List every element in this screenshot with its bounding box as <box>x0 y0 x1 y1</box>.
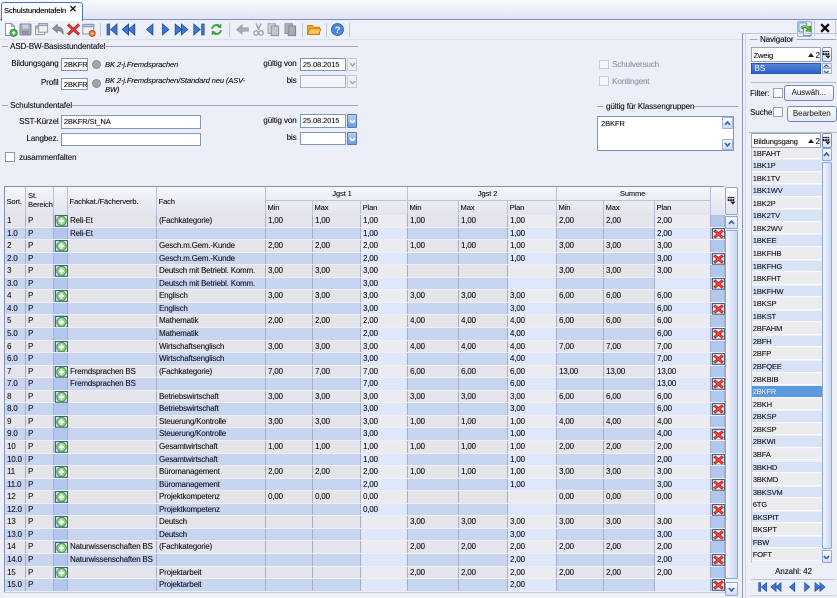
svg-text:?: ? <box>335 25 341 36</box>
